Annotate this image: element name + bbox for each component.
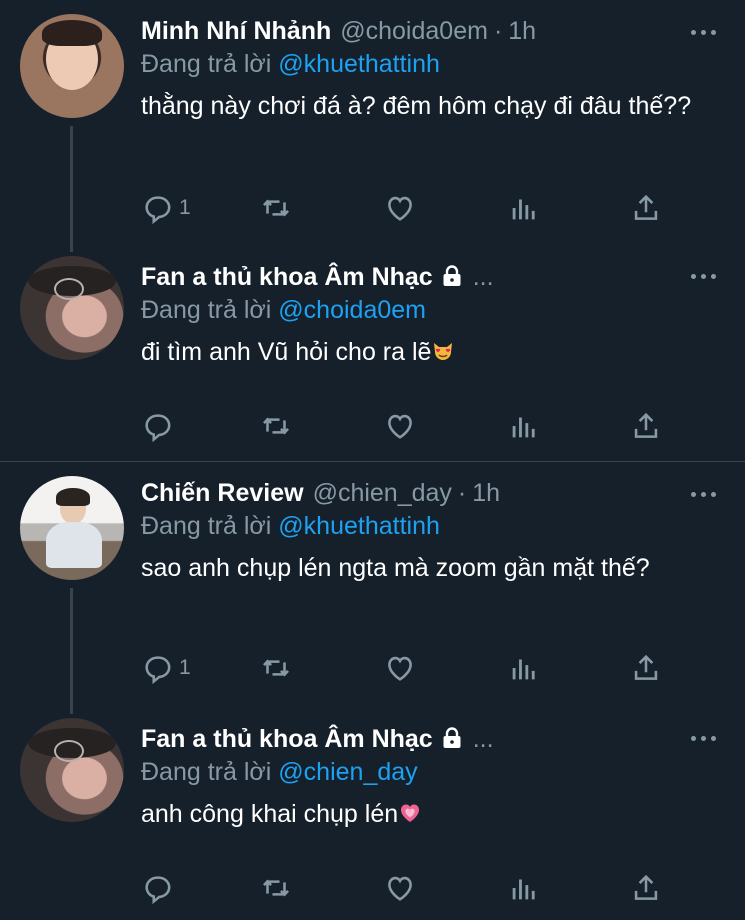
reply-mention-link[interactable]: @choida0em [278, 296, 426, 324]
analytics-bars-icon [512, 417, 535, 438]
tweet[interactable]: Minh Nhí Nhảnh @choida0em · 1h Đang trả … [0, 0, 745, 250]
heart-icon [388, 196, 412, 221]
share-upload-icon [634, 874, 658, 900]
reply-count: 1 [179, 196, 191, 219]
tweet[interactable]: Fan a thủ khoa Âm Nhạc ... Đang trả lời … [0, 712, 745, 920]
reply-context: Đang trả lời @chien_day [141, 756, 725, 788]
share-upload-icon [634, 654, 658, 680]
reply-bubble-icon [145, 876, 171, 905]
retweet-button[interactable] [259, 868, 293, 908]
display-name[interactable]: Fan a thủ khoa Âm Nhạc [141, 262, 433, 292]
user-handle[interactable]: @chien_day [313, 478, 452, 508]
avatar[interactable] [20, 256, 124, 360]
reply-context: Đang trả lời @khuethattinh [141, 48, 725, 80]
tweet-text: đi tìm anh Vũ hỏi cho ra lẽ [141, 338, 432, 366]
separator-dot: · [493, 17, 503, 45]
retweet-icon [263, 659, 289, 677]
reply-prefix: Đang trả lời [141, 758, 272, 786]
tweet[interactable]: Fan a thủ khoa Âm Nhạc ... Đang trả lời … [0, 250, 745, 460]
heart-icon [388, 656, 412, 681]
timestamp[interactable]: 1h [472, 478, 500, 508]
more-dots-icon[interactable] [691, 270, 721, 284]
reply-count: 1 [179, 656, 191, 679]
reply-bubble-icon [145, 196, 171, 225]
timestamp[interactable]: 1h [508, 16, 536, 46]
tweet-text: thằng này chơi đá à? đêm hôm chạy đi đâu… [141, 92, 692, 120]
like-button[interactable] [383, 648, 417, 688]
name-truncation: ... [472, 263, 494, 291]
share-upload-icon [634, 194, 658, 220]
reply-prefix: Đang trả lời [141, 50, 272, 78]
avatar[interactable] [20, 14, 124, 118]
heart-icon [388, 414, 412, 439]
retweet-button[interactable] [259, 188, 293, 228]
share-upload-icon [634, 412, 658, 438]
retweet-button[interactable] [259, 406, 293, 446]
reply-prefix: Đang trả lời [141, 512, 272, 540]
reply-mention-link[interactable]: @khuethattinh [278, 50, 440, 78]
lock-icon [443, 265, 461, 286]
lock-icon [443, 727, 461, 748]
display-name[interactable]: Fan a thủ khoa Âm Nhạc [141, 724, 433, 754]
reply-bubble-icon [145, 656, 171, 685]
share-button[interactable] [629, 868, 663, 908]
more-dots-icon[interactable] [691, 732, 721, 746]
more-dots-icon[interactable] [691, 26, 721, 40]
growing-heart-emoji [401, 804, 420, 822]
retweet-icon [263, 879, 289, 897]
tweet-text-container: đi tìm anh Vũ hỏi cho ra lẽ [141, 334, 725, 371]
user-handle[interactable]: @choida0em [340, 16, 488, 46]
heart-eyes-cat-emoji [434, 343, 453, 360]
reply-button[interactable]: 1 [141, 188, 191, 228]
share-button[interactable] [629, 648, 663, 688]
heart-icon [388, 876, 412, 901]
reply-bubble-icon [145, 414, 171, 443]
reply-prefix: Đang trả lời [141, 296, 272, 324]
analytics-bars-icon [512, 199, 535, 220]
like-button[interactable] [383, 868, 417, 908]
display-name[interactable]: Minh Nhí Nhảnh [141, 16, 331, 46]
share-button[interactable] [629, 188, 663, 228]
retweet-icon [263, 199, 289, 217]
reply-button[interactable] [141, 406, 179, 446]
analytics-button[interactable] [507, 188, 541, 228]
analytics-button[interactable] [507, 406, 541, 446]
avatar[interactable] [20, 718, 124, 822]
tweet-text-container: anh công khai chụp lén [141, 796, 725, 833]
analytics-bars-icon [512, 659, 535, 680]
separator-dot: · [457, 479, 467, 507]
tweet-text: anh công khai chụp lén [141, 800, 399, 828]
analytics-button[interactable] [507, 648, 541, 688]
retweet-button[interactable] [259, 648, 293, 688]
avatar[interactable] [20, 476, 124, 580]
analytics-bars-icon [512, 879, 535, 900]
like-button[interactable] [383, 406, 417, 446]
reply-mention-link[interactable]: @chien_day [278, 758, 417, 786]
reply-context: Đang trả lời @choida0em [141, 294, 725, 326]
display-name[interactable]: Chiến Review [141, 478, 304, 508]
more-dots-icon[interactable] [691, 488, 721, 502]
name-truncation: ... [472, 725, 494, 753]
tweet[interactable]: Chiến Review @chien_day · 1h Đang trả lờ… [0, 462, 745, 712]
reply-context: Đang trả lời @khuethattinh [141, 510, 725, 542]
reply-mention-link[interactable]: @khuethattinh [278, 512, 440, 540]
tweet-text: sao anh chụp lén ngta mà zoom gần mặt th… [141, 554, 650, 582]
reply-button[interactable] [141, 868, 179, 908]
share-button[interactable] [629, 406, 663, 446]
analytics-button[interactable] [507, 868, 541, 908]
retweet-icon [263, 417, 289, 435]
like-button[interactable] [383, 188, 417, 228]
reply-button[interactable]: 1 [141, 648, 191, 688]
